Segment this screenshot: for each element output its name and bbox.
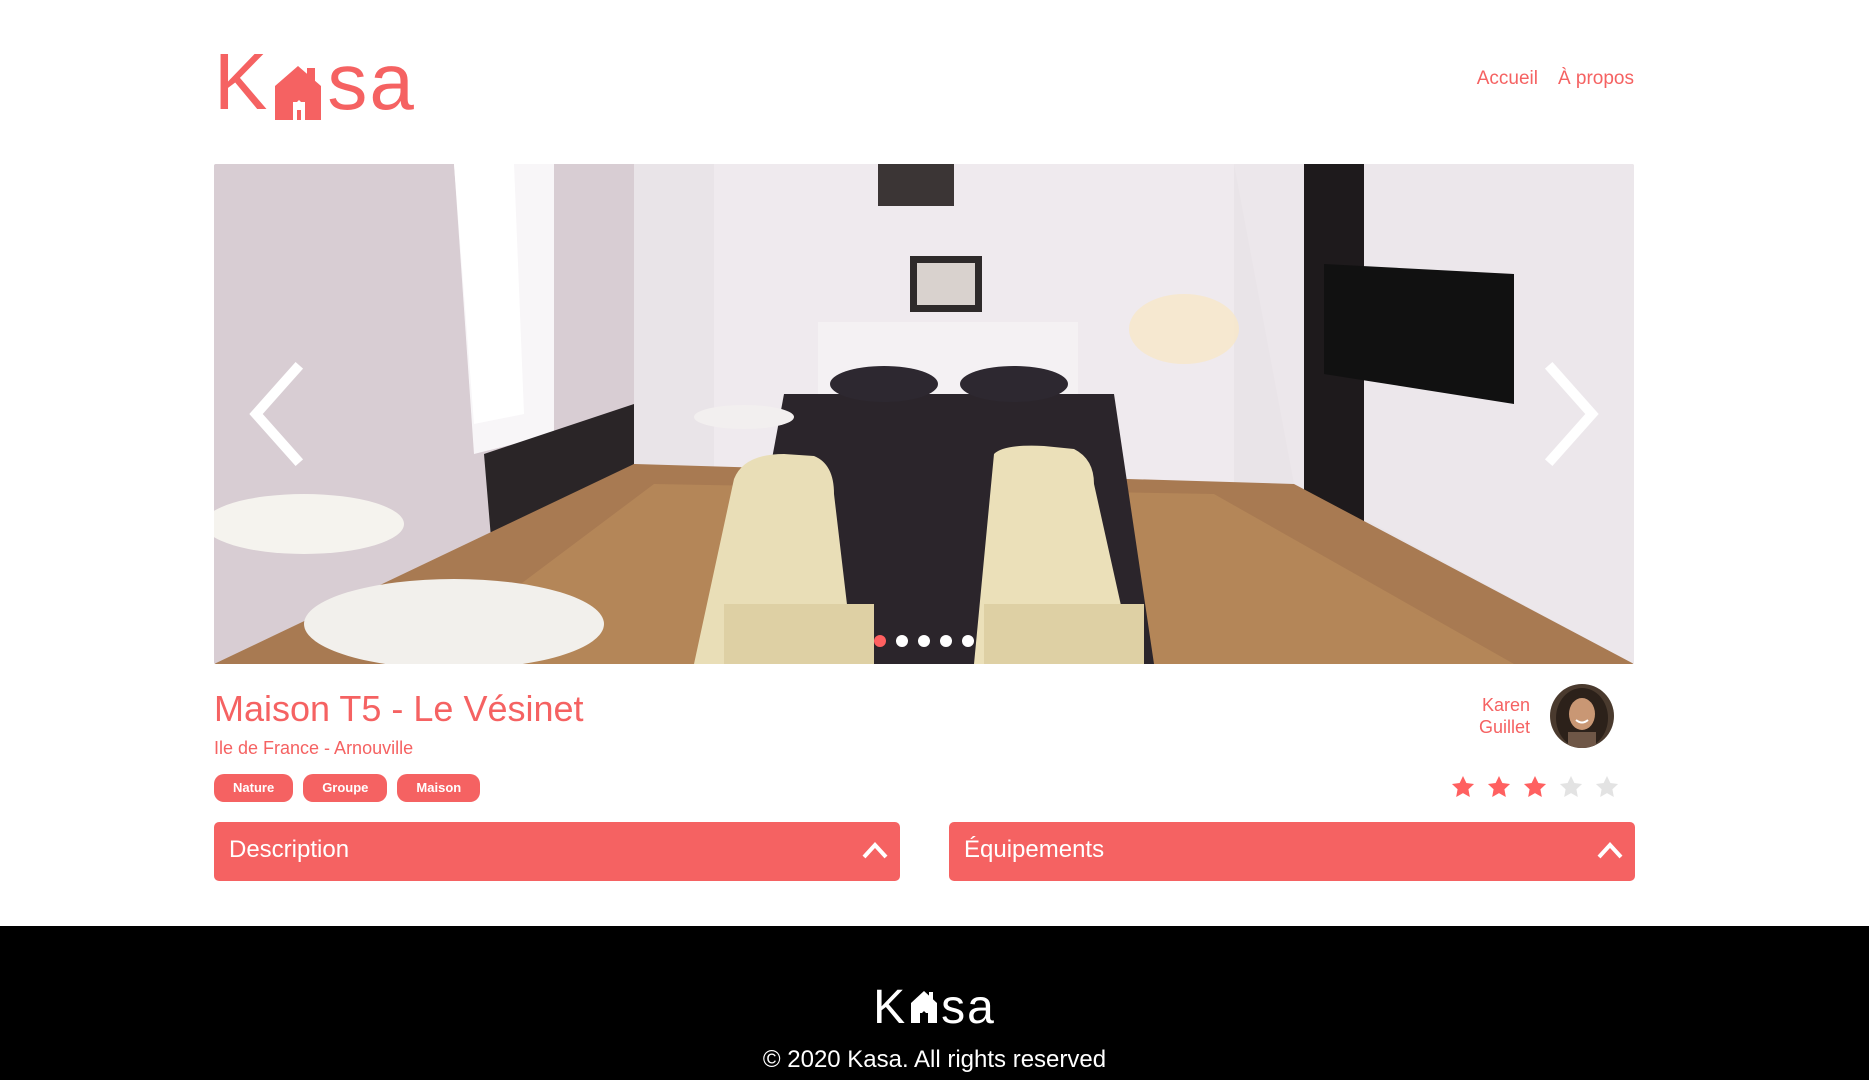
star-filled-icon	[1523, 775, 1547, 797]
house-icon	[911, 991, 938, 1023]
slide-indicator	[214, 635, 1634, 647]
slide-dot-3[interactable]	[918, 635, 930, 647]
host-info: Karen Guillet	[1460, 684, 1614, 748]
equipments-collapse-title: Équipements	[964, 836, 1105, 863]
star-filled-icon	[1487, 775, 1511, 797]
slide-dot-4[interactable]	[940, 635, 952, 647]
host-name: Karen Guillet	[1460, 694, 1530, 738]
tag-item: Maison	[397, 774, 481, 802]
footer-logo: K sa	[0, 984, 1869, 1032]
equipments-collapse[interactable]: Équipements	[949, 822, 1635, 881]
main-nav: Accueil À propos	[1477, 68, 1634, 90]
description-collapse-title: Description	[229, 836, 350, 863]
listing-info: Maison T5 - Le Vésinet Ile de France - A…	[214, 684, 1634, 814]
tag-list: Nature Groupe Maison	[214, 774, 481, 802]
chevron-up-icon[interactable]	[860, 838, 890, 862]
footer-logo-letters-sa: sa	[941, 981, 996, 1034]
logo-letter-k: K	[214, 37, 270, 126]
next-slide-arrow-icon[interactable]	[1532, 354, 1612, 474]
host-last-name: Guillet	[1478, 717, 1530, 737]
nav-link-home[interactable]: Accueil	[1477, 68, 1538, 90]
site-footer: K sa © 2020 Kasa. All rights reserved	[0, 926, 1869, 1080]
listing-location: Ile de France - Arnouville	[214, 738, 414, 758]
logo-letters-sa: sa	[327, 37, 416, 126]
slide-dot-1[interactable]	[874, 635, 886, 647]
listing-title: Maison T5 - Le Vésinet	[214, 688, 584, 729]
previous-slide-arrow-icon[interactable]	[236, 354, 316, 474]
star-filled-icon	[1451, 775, 1475, 797]
copyright-text: © 2020 Kasa. All rights reserved	[762, 1046, 1107, 1073]
listing-photo	[214, 164, 1634, 664]
image-carousel	[214, 164, 1634, 664]
nav-link-about[interactable]: À propos	[1558, 68, 1634, 90]
tag-item: Groupe	[303, 774, 388, 802]
star-empty-icon	[1595, 775, 1619, 797]
footer-logo-letter-k: K	[873, 981, 908, 1034]
rating	[1450, 774, 1620, 800]
host-avatar	[1550, 684, 1614, 748]
slide-dot-2[interactable]	[896, 635, 908, 647]
tag-item: Nature	[214, 774, 294, 802]
slide-dot-5[interactable]	[962, 635, 974, 647]
chevron-up-icon[interactable]	[1595, 838, 1625, 862]
star-empty-icon	[1559, 775, 1583, 797]
host-first-name: Karen	[1481, 695, 1530, 715]
description-collapse[interactable]: Description	[214, 822, 900, 881]
site-header: K sa Accueil À propos	[214, 40, 1634, 130]
kasa-logo[interactable]: K sa	[214, 40, 416, 122]
house-icon	[275, 66, 322, 120]
